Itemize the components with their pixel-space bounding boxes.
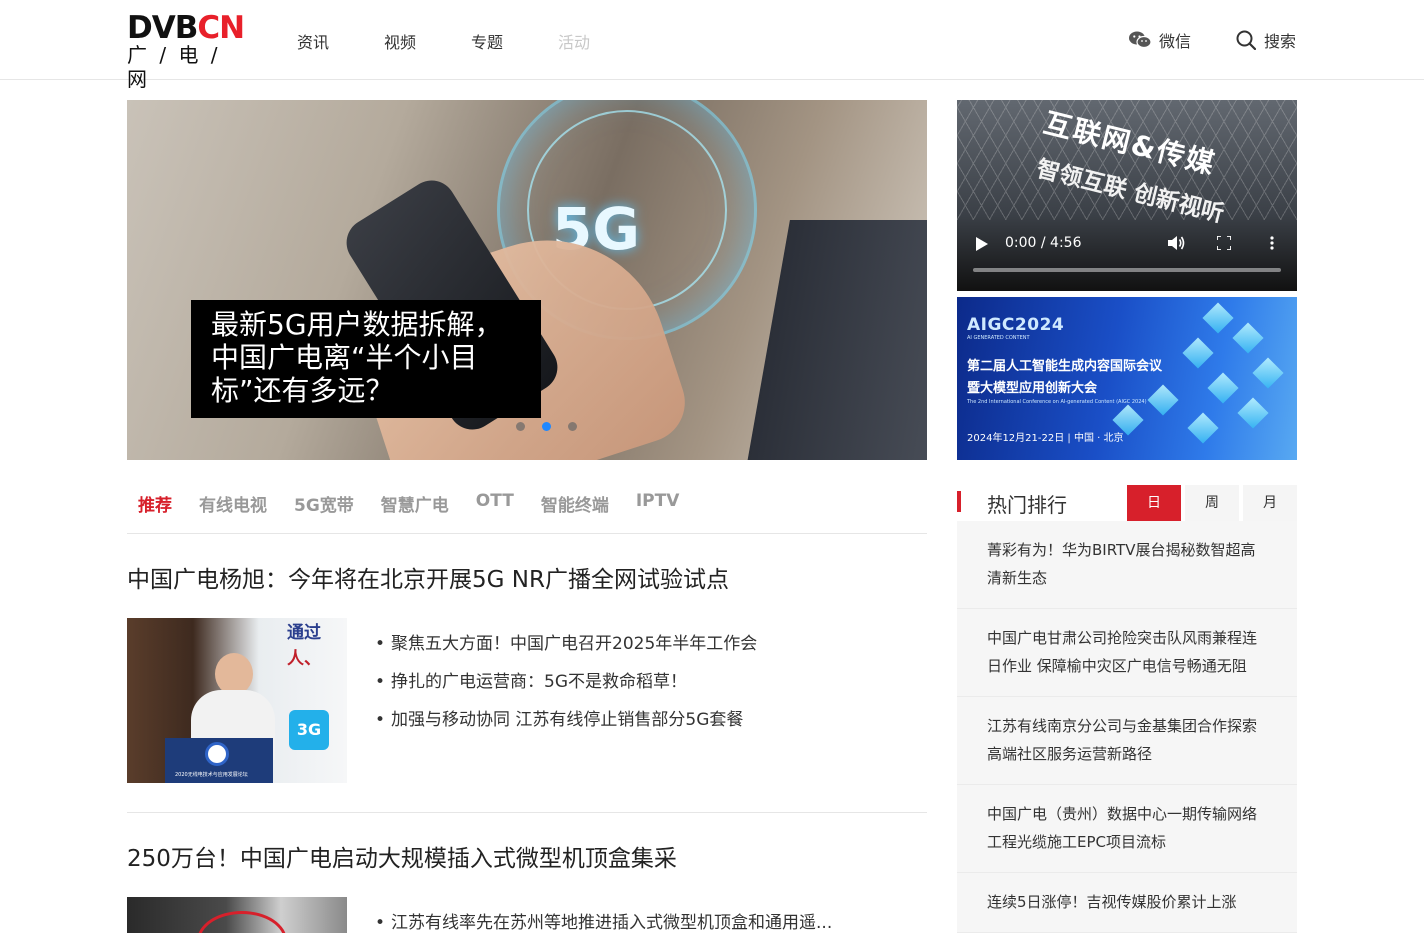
related-link[interactable]: 加强与移动协同 江苏有线停止销售部分5G套餐 <box>375 701 757 739</box>
tab-iptv[interactable]: IPTV <box>636 491 680 533</box>
nav-item-topics[interactable]: 专题 <box>471 29 503 53</box>
banner-cube <box>1232 322 1264 354</box>
banner-title-2: 暨大模型应用创新大会 <box>967 381 1098 396</box>
slider-dot-1[interactable] <box>516 422 525 431</box>
hot-ranking-list: 菁彩有为！华为BIRTV展台揭秘数智超高清新生态 中国广电甘肃公司抢险突击队风雨… <box>957 521 1297 933</box>
article-thumbnail[interactable]: 通过 人、 3G 2020无线电技术与应用发展论坛 <box>127 618 347 783</box>
thumb-text-1: 通过 <box>287 623 321 643</box>
banner-en-title: The 2nd International Conference on AI-g… <box>967 399 1147 405</box>
video-player[interactable]: 互联网&传媒 智领互联 创新视听 0:00 / 4:56 <box>957 100 1297 291</box>
banner-logo: AIGC2024 <box>967 315 1065 335</box>
site-logo[interactable]: DVBCN 广 / 电 / 网 <box>127 10 249 91</box>
banner-cube <box>1252 357 1284 389</box>
ranking-item[interactable]: 中国广电甘肃公司抢险突击队风雨兼程连日作业 保障榆中灾区广电信号畅通无阻 <box>957 609 1297 697</box>
banner-cube <box>1182 337 1214 369</box>
tab-smart-terminal[interactable]: 智能终端 <box>541 491 609 533</box>
fullscreen-icon[interactable] <box>1217 236 1231 250</box>
tab-ott[interactable]: OTT <box>476 491 514 533</box>
more-options-icon[interactable] <box>1270 236 1274 250</box>
ranking-item[interactable]: 连续5日涨停！吉视传媒股价累计上涨 <box>957 873 1297 933</box>
article-thumbnail[interactable] <box>127 897 347 933</box>
related-links: 江苏有线率先在苏州等地推进插入式微型机顶盒和通用遥... <box>375 904 832 942</box>
article-divider <box>127 812 927 813</box>
ranking-item[interactable]: 菁彩有为！华为BIRTV展台揭秘数智超高清新生态 <box>957 521 1297 609</box>
thumb-text-2: 人、 <box>287 649 321 669</box>
tab-day[interactable]: 日 <box>1127 485 1181 521</box>
article-title[interactable]: 250万台！中国广电启动大规模插入式微型机顶盒集采 <box>127 839 677 873</box>
volume-icon[interactable] <box>1168 235 1186 251</box>
related-link[interactable]: 聚焦五大方面！中国广电召开2025年半年工作会 <box>375 625 757 663</box>
wechat-link[interactable]: 微信 <box>1128 28 1191 52</box>
related-links: 聚焦五大方面！中国广电召开2025年半年工作会 挣扎的广电运营商：5G不是救命稻… <box>375 625 757 739</box>
thumb-highlight-circle <box>197 911 287 933</box>
category-tabs: 推荐 有线电视 5G宽带 智慧广电 OTT 智能终端 IPTV <box>127 491 927 534</box>
video-controls: 0:00 / 4:56 <box>957 228 1297 291</box>
related-link[interactable]: 挣扎的广电运营商：5G不是救命稻草！ <box>375 663 757 701</box>
banner-cube <box>1207 372 1239 404</box>
search-button[interactable]: 搜索 <box>1236 28 1296 52</box>
aigc-banner[interactable]: AIGC2024 AI GENERATED CONTENT 第二届人工智能生成内… <box>957 297 1297 460</box>
tab-smart-broadcast[interactable]: 智慧广电 <box>381 491 449 533</box>
hero-caption[interactable]: 最新5G用户数据拆解，中国广电离“半个小目标”还有多远？ <box>191 300 541 418</box>
thumb-podium-text: 2020无线电技术与应用发展论坛 <box>175 772 248 778</box>
main-nav: 资讯 视频 专题 活动 <box>297 29 645 53</box>
hero-image-suit <box>744 220 927 460</box>
related-link[interactable]: 江苏有线率先在苏州等地推进插入式微型机顶盒和通用遥... <box>375 904 832 942</box>
tab-recommend[interactable]: 推荐 <box>138 491 172 533</box>
tab-5g-broadband[interactable]: 5G宽带 <box>294 491 354 533</box>
hero-slider[interactable]: 5G 最新5G用户数据拆解，中国广电离“半个小目标”还有多远？ <box>127 100 927 460</box>
wechat-icon <box>1128 31 1151 49</box>
video-progress-bar[interactable] <box>973 268 1281 272</box>
tab-cable-tv[interactable]: 有线电视 <box>199 491 267 533</box>
nav-item-video[interactable]: 视频 <box>384 29 416 53</box>
banner-cube <box>1147 384 1179 416</box>
video-time: 0:00 / 4:56 <box>1005 235 1082 251</box>
header-actions: 微信 搜索 <box>1128 28 1296 52</box>
banner-title-1: 第二届人工智能生成内容国际会议 <box>967 359 1163 374</box>
search-icon <box>1236 30 1256 50</box>
search-label: 搜索 <box>1263 32 1296 51</box>
logo-wordmark: DVBCN <box>127 10 245 46</box>
slider-dot-3[interactable] <box>568 422 577 431</box>
banner-cube <box>1187 412 1219 444</box>
slider-dots <box>516 422 594 431</box>
banner-cube <box>1202 302 1234 334</box>
logo-tagline: 广 / 电 / 网 <box>127 43 221 91</box>
thumb-speaker-head <box>215 653 253 695</box>
tab-week[interactable]: 周 <box>1185 485 1239 521</box>
site-header: DVBCN 广 / 电 / 网 资讯 视频 专题 活动 微信 搜索 <box>0 0 1424 91</box>
play-icon[interactable] <box>976 237 988 251</box>
hot-ranking-title: 热门排行 <box>987 493 1067 517</box>
wechat-label: 微信 <box>1158 32 1191 51</box>
section-marker <box>957 491 961 512</box>
slider-dot-2[interactable] <box>542 422 551 431</box>
ranking-item[interactable]: 中国广电（贵州）数据中心一期传输网络工程光缆施工EPC项目流标 <box>957 785 1297 873</box>
banner-cube <box>1237 397 1269 429</box>
thumb-podium-emblem <box>205 742 229 766</box>
ranking-item[interactable]: 江苏有线南京分公司与金基集团合作探索高端社区服务运营新路径 <box>957 697 1297 785</box>
banner-logo-sub: AI GENERATED CONTENT <box>967 335 1030 341</box>
tab-month[interactable]: 月 <box>1243 485 1297 521</box>
banner-date-place: 2024年12月21-22日 | 中国 · 北京 <box>967 433 1124 444</box>
nav-item-news[interactable]: 资讯 <box>297 29 329 53</box>
article-title[interactable]: 中国广电杨旭：今年将在北京开展5G NR广播全网试验试点 <box>127 560 729 594</box>
hot-ranking-header: 热门排行 日 周 月 <box>957 484 1297 521</box>
nav-item-events[interactable]: 活动 <box>558 29 590 53</box>
thumb-3g-badge: 3G <box>289 710 329 750</box>
